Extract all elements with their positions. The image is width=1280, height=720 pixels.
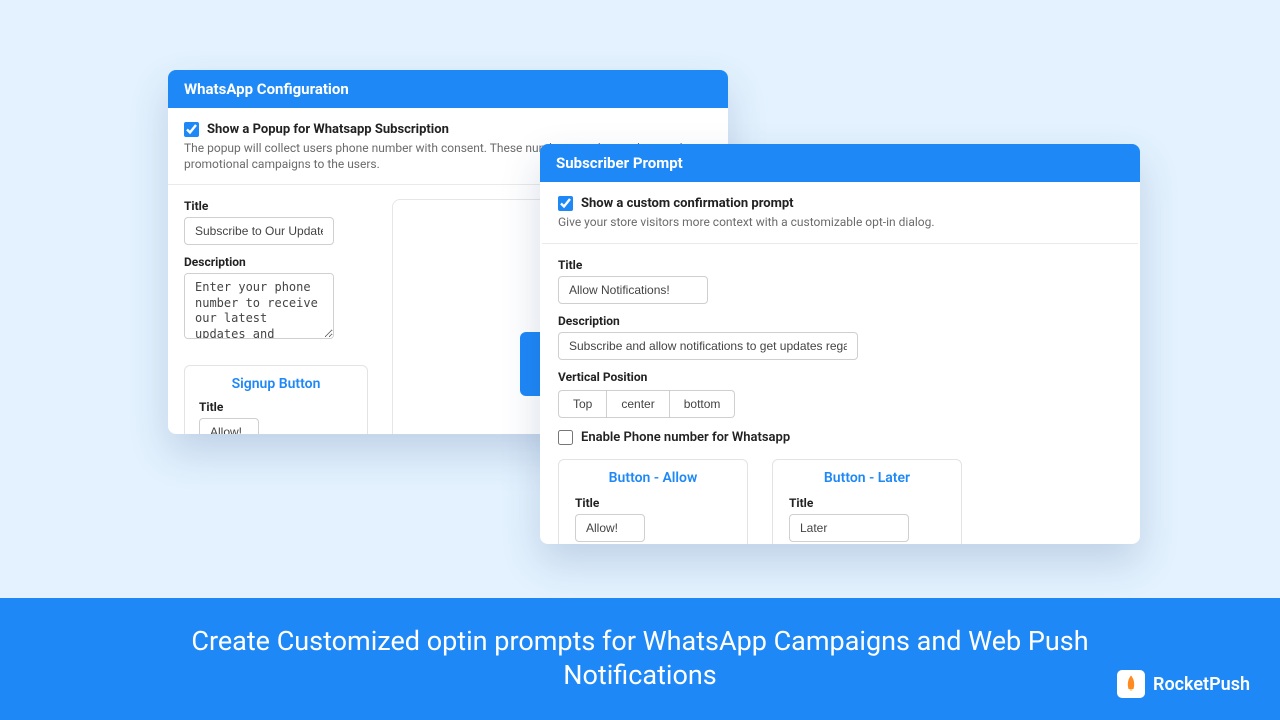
- sp-desc-input[interactable]: [558, 332, 858, 360]
- rocket-icon: [1121, 674, 1141, 694]
- sp-desc-label: Description: [558, 314, 1122, 328]
- sp-vpos-label: Vertical Position: [558, 370, 1122, 384]
- vpos-top-button[interactable]: Top: [558, 390, 607, 418]
- signup-card-title: Signup Button: [199, 376, 353, 392]
- button-allow-card: Button - Allow Title: [558, 459, 748, 544]
- button-later-card-title: Button - Later: [789, 470, 945, 486]
- signup-title-input[interactable]: [199, 418, 259, 434]
- button-later-card: Button - Later Title: [772, 459, 962, 544]
- later-title-input[interactable]: [789, 514, 909, 542]
- wa-title-input[interactable]: [184, 217, 334, 245]
- later-title-label: Title: [789, 496, 945, 510]
- signup-button-card: Signup Button Title Background Color #00…: [184, 365, 368, 434]
- sp-title-input[interactable]: [558, 276, 708, 304]
- sp-title-label: Title: [558, 258, 1122, 272]
- custom-prompt-label: Show a custom confirmation prompt: [581, 196, 794, 211]
- wa-desc-label: Description: [184, 255, 374, 269]
- show-popup-label: Show a Popup for Whatsapp Subscription: [207, 122, 449, 137]
- custom-prompt-help: Give your store visitors more context wi…: [558, 215, 1122, 231]
- wa-desc-textarea[interactable]: [184, 273, 334, 339]
- divider: [542, 243, 1138, 244]
- button-allow-card-title: Button - Allow: [575, 470, 731, 486]
- enable-phone-checkbox[interactable]: [558, 430, 573, 445]
- enable-phone-label: Enable Phone number for Whatsapp: [581, 430, 790, 445]
- vpos-bottom-button[interactable]: bottom: [670, 390, 736, 418]
- subscriber-prompt-panel: Subscriber Prompt Show a custom confirma…: [540, 144, 1140, 544]
- brand-name: RocketPush: [1153, 674, 1250, 695]
- signup-title-label: Title: [199, 400, 353, 414]
- brand-logo: [1117, 670, 1145, 698]
- banner-headline: Create Customized optin prompts for What…: [190, 625, 1090, 693]
- vertical-position-segment: Top center bottom: [558, 390, 1122, 418]
- allow-title-label: Title: [575, 496, 731, 510]
- wa-title-label: Title: [184, 199, 374, 213]
- allow-title-input[interactable]: [575, 514, 645, 542]
- footer-banner: Create Customized optin prompts for What…: [0, 598, 1280, 720]
- show-popup-checkbox[interactable]: [184, 122, 199, 137]
- custom-prompt-checkbox[interactable]: [558, 196, 573, 211]
- subscriber-panel-header: Subscriber Prompt: [540, 144, 1140, 182]
- whatsapp-panel-header: WhatsApp Configuration: [168, 70, 728, 108]
- brand: RocketPush: [1117, 670, 1250, 698]
- vpos-center-button[interactable]: center: [607, 390, 669, 418]
